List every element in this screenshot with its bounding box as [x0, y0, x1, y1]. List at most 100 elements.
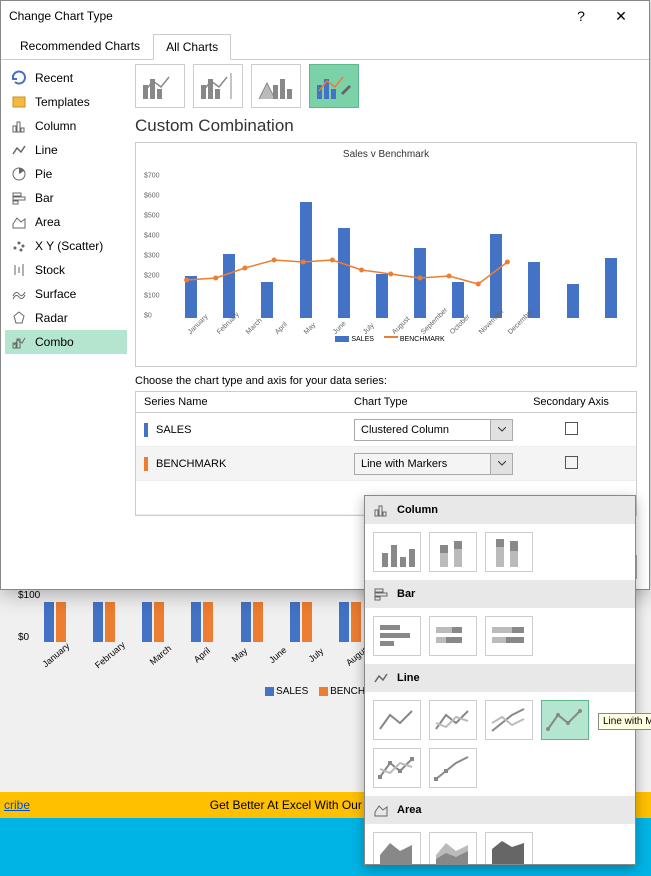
chart-legend: SALES BENCHMARK — [142, 336, 630, 343]
dropdown-option-bar-2[interactable] — [485, 616, 533, 656]
titlebar: Change Chart Type ? ✕ — [1, 1, 649, 31]
bar — [300, 202, 312, 318]
benchmark-secondary-checkbox[interactable] — [565, 456, 578, 469]
hdr-chart-type: Chart Type — [346, 392, 521, 412]
sidebar-item-scatter[interactable]: X Y (Scatter) — [5, 234, 127, 258]
y-tick: $300 — [144, 253, 160, 260]
dropdown-option-column-1[interactable] — [429, 532, 477, 572]
y-tick: $600 — [144, 193, 160, 200]
y-tick: $0 — [144, 313, 152, 320]
bar — [338, 228, 350, 318]
dropdown-option-area-2[interactable] — [485, 832, 533, 865]
series-instruction: Choose the chart type and axis for your … — [135, 375, 637, 387]
sidebar-item-column[interactable]: Column — [5, 114, 127, 138]
bar — [567, 284, 579, 318]
stock-icon — [11, 262, 27, 278]
section-title: Custom Combination — [135, 116, 637, 136]
dropdown-option-line-0[interactable] — [373, 700, 421, 740]
bar — [223, 254, 235, 318]
sidebar-item-surface[interactable]: Surface — [5, 282, 127, 306]
dropdown-section-column: Column — [365, 496, 635, 524]
x-label: August — [391, 316, 411, 336]
bar — [261, 282, 273, 318]
dropdown-option-line-5[interactable] — [429, 748, 477, 788]
bar — [185, 276, 197, 318]
subtype-row — [135, 64, 637, 108]
dropdown-option-line-4[interactable] — [373, 748, 421, 788]
dropdown-section-line: Line — [365, 664, 635, 692]
bar-icon — [11, 190, 27, 206]
chart-title: Sales v Benchmark — [142, 149, 630, 160]
area-icon — [373, 802, 389, 818]
combo-icon — [11, 334, 27, 350]
column-icon — [11, 118, 27, 134]
line-icon — [373, 670, 389, 686]
surface-icon — [11, 286, 27, 302]
combo-subtype-2[interactable] — [193, 64, 243, 108]
x-label: March — [245, 317, 264, 336]
benchmark-type-select[interactable]: Line with Markers — [354, 453, 513, 475]
tab-recommended[interactable]: Recommended Charts — [7, 33, 153, 59]
sidebar-item-stock[interactable]: Stock — [5, 258, 127, 282]
dropdown-option-column-2[interactable] — [485, 532, 533, 572]
close-button[interactable]: ✕ — [601, 8, 641, 25]
dropdown-option-area-0[interactable] — [373, 832, 421, 865]
bar — [490, 234, 502, 318]
y-tick: $700 — [144, 173, 160, 180]
dropdown-option-area-1[interactable] — [429, 832, 477, 865]
dropdown-option-bar-0[interactable] — [373, 616, 421, 656]
combo-subtype-4-custom[interactable] — [309, 64, 359, 108]
combo-subtype-1[interactable] — [135, 64, 185, 108]
sidebar-item-area[interactable]: Area — [5, 210, 127, 234]
pie-icon — [11, 166, 27, 182]
sidebar-item-radar[interactable]: Radar — [5, 306, 127, 330]
sidebar-item-pie[interactable]: Pie — [5, 162, 127, 186]
chart-type-dropdown[interactable]: ColumnBarLineArea — [364, 495, 636, 865]
scatter-icon — [11, 238, 27, 254]
bar — [605, 258, 617, 318]
line-icon — [11, 142, 27, 158]
x-label: May — [303, 322, 317, 336]
tab-all-charts[interactable]: All Charts — [153, 34, 231, 60]
dropdown-option-column-0[interactable] — [373, 532, 421, 572]
dropdown-option-bar-1[interactable] — [429, 616, 477, 656]
chart-preview: Sales v Benchmark $0$100$200$300$400$500… — [135, 142, 637, 367]
x-label: June — [332, 320, 348, 336]
dropdown-option-line-3[interactable] — [541, 700, 589, 740]
help-button[interactable]: ? — [561, 8, 601, 24]
bar — [452, 282, 464, 318]
sidebar-item-recent[interactable]: Recent — [5, 66, 127, 90]
chevron-down-icon[interactable] — [490, 420, 512, 440]
chart-category-sidebar: RecentTemplatesColumnLinePieBarAreaX Y (… — [1, 60, 131, 570]
chevron-down-icon[interactable] — [490, 454, 512, 474]
area-icon — [11, 214, 27, 230]
sidebar-item-templates[interactable]: Templates — [5, 90, 127, 114]
bar — [376, 274, 388, 318]
combo-subtype-3[interactable] — [251, 64, 301, 108]
sales-secondary-checkbox[interactable] — [565, 422, 578, 435]
sidebar-item-bar[interactable]: Bar — [5, 186, 127, 210]
y-tick: $400 — [144, 233, 160, 240]
dialog-title: Change Chart Type — [9, 9, 561, 23]
sidebar-item-line[interactable]: Line — [5, 138, 127, 162]
series-row-sales: SALES Clustered Column — [136, 413, 636, 447]
dropdown-section-area: Area — [365, 796, 635, 824]
dropdown-option-line-1[interactable] — [429, 700, 477, 740]
bar-icon — [373, 586, 389, 602]
recent-icon — [11, 70, 27, 86]
subscribe-link[interactable]: cribe — [4, 798, 30, 812]
hdr-series-name: Series Name — [136, 392, 346, 412]
templates-icon — [11, 94, 27, 110]
tooltip: Line with Ma — [598, 713, 651, 730]
bg-y-0: $0 — [18, 632, 29, 643]
sidebar-item-combo[interactable]: Combo — [5, 330, 127, 354]
x-label: April — [274, 321, 289, 336]
x-label: July — [362, 322, 376, 336]
dropdown-option-line-2[interactable] — [485, 700, 533, 740]
bg-y-100: $100 — [18, 590, 40, 601]
sales-type-select[interactable]: Clustered Column — [354, 419, 513, 441]
y-tick: $100 — [144, 293, 160, 300]
column-icon — [373, 502, 389, 518]
y-tick: $200 — [144, 273, 160, 280]
hdr-secondary-axis: Secondary Axis — [521, 392, 621, 412]
